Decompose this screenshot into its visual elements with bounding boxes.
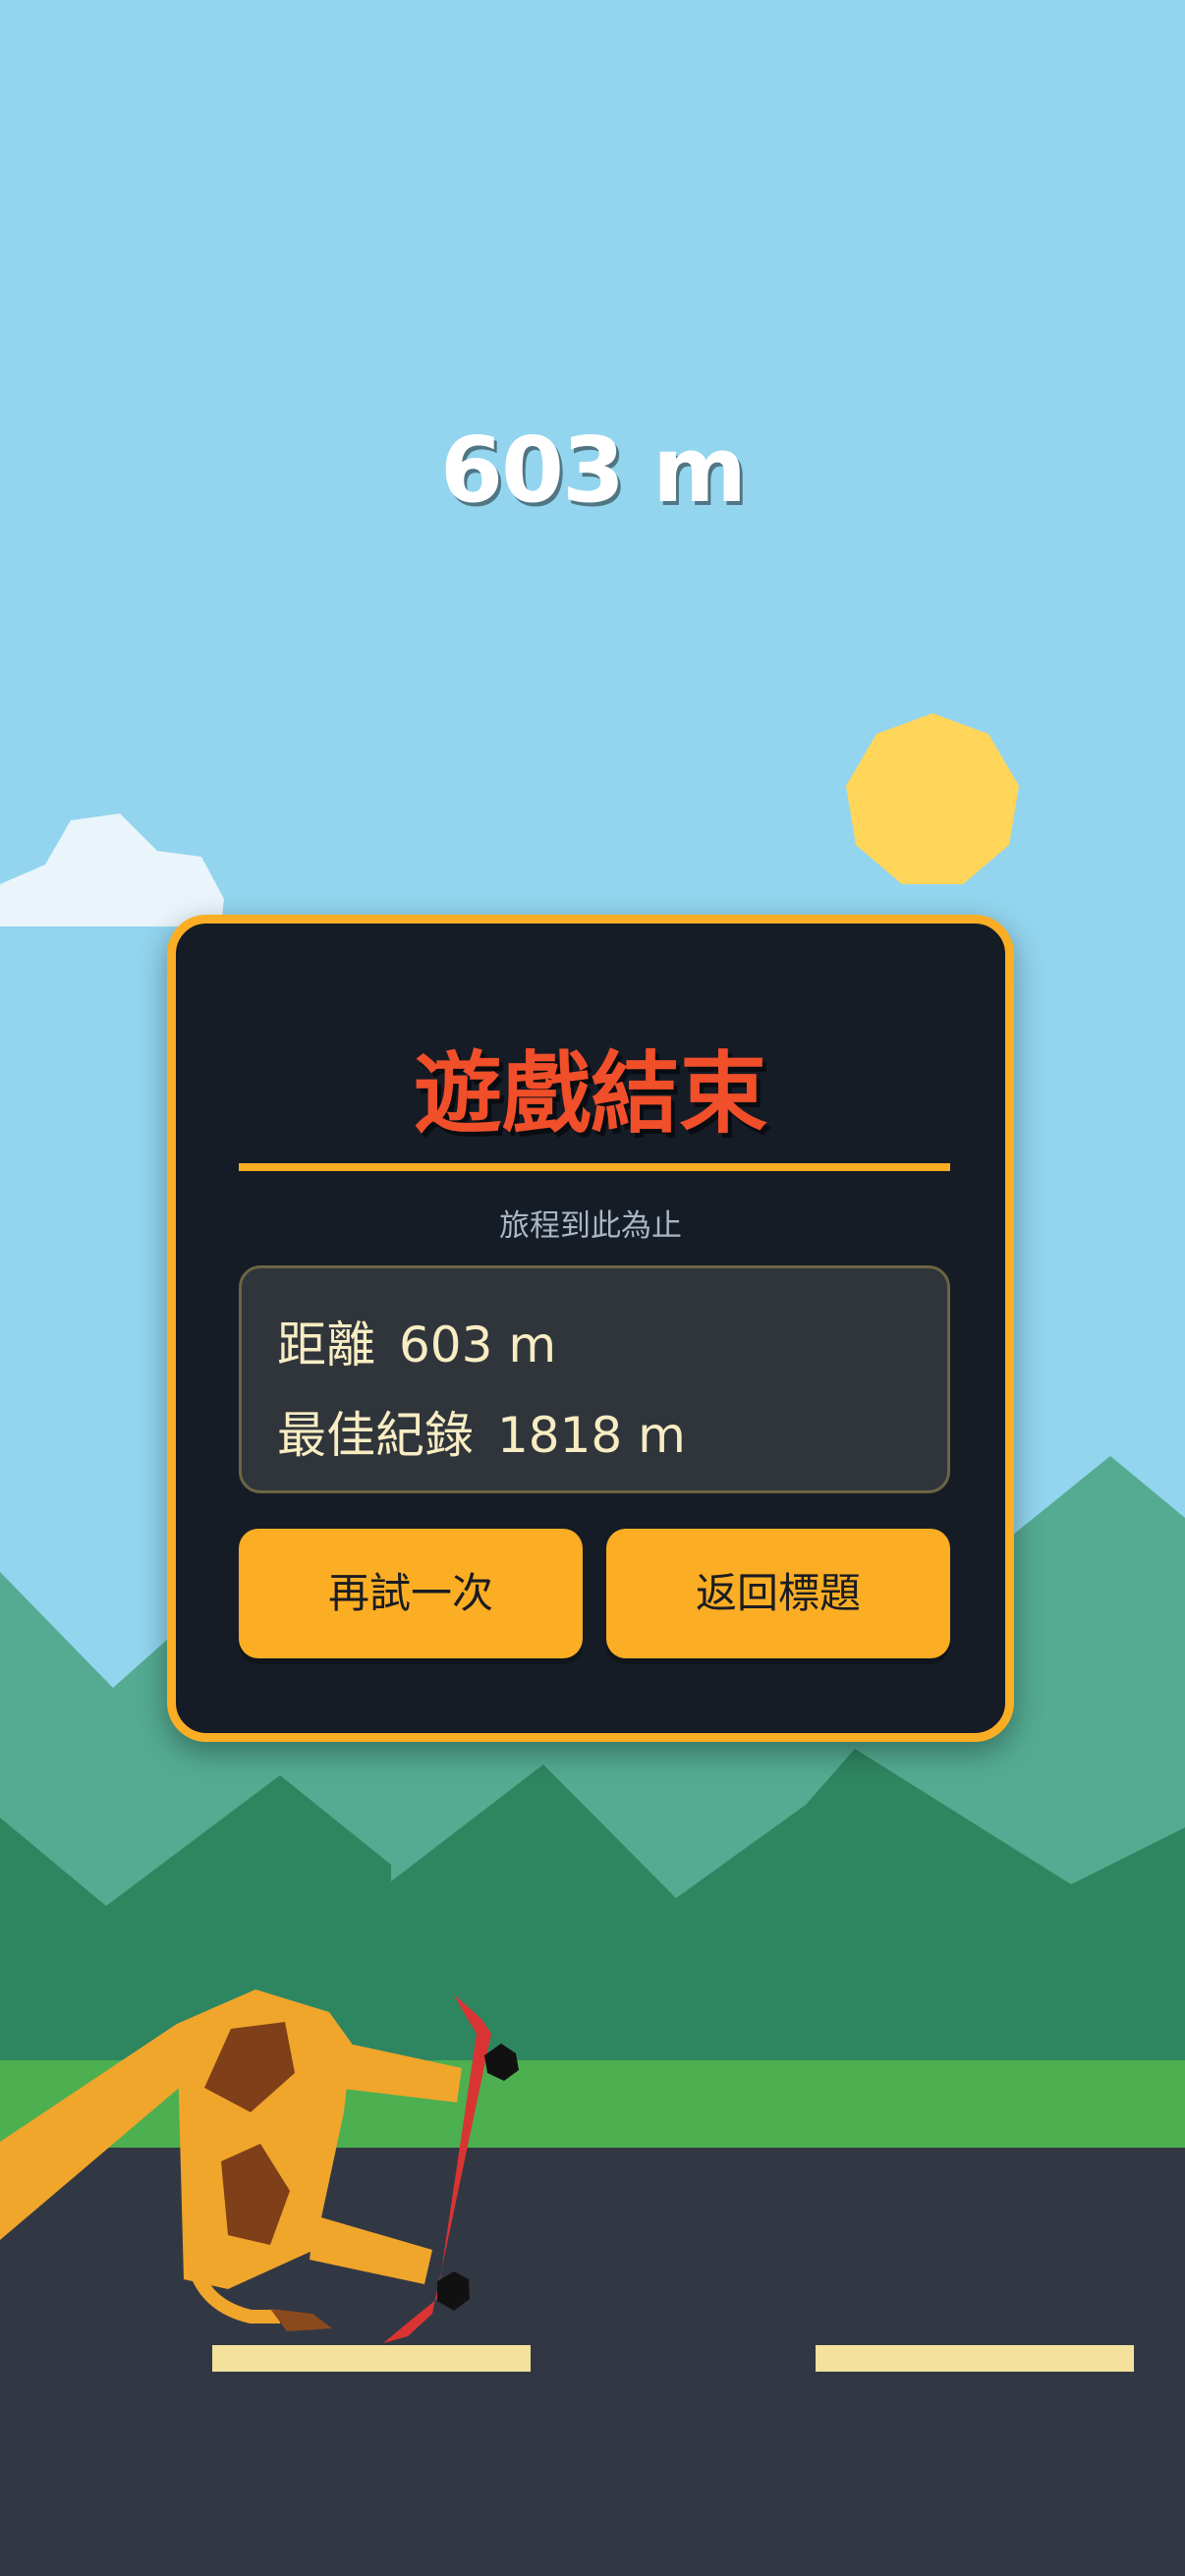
best-record-label: 最佳紀錄 (277, 1407, 474, 1464)
lane-marking (816, 2345, 1134, 2372)
distance-label: 距離 (277, 1316, 375, 1373)
best-record-stat: 最佳紀錄 1818 m (277, 1396, 686, 1467)
hud-distance: 603 m (440, 418, 747, 523)
lane-marking (212, 2345, 531, 2372)
back-to-title-button[interactable]: 返回標題 (606, 1529, 950, 1658)
dialog-divider (239, 1163, 950, 1171)
game-over-dialog: 遊戲結束 旅程到此為止 距離 603 m 最佳紀錄 1818 m 再試一次 返回標題 (167, 915, 1014, 1742)
dialog-subtitle: 旅程到此為止 (499, 1208, 682, 1244)
retry-button[interactable]: 再試一次 (239, 1529, 583, 1658)
best-record-value: 1818 m (497, 1407, 686, 1464)
distance-value: 603 m (399, 1316, 557, 1373)
dialog-title: 遊戲結束 (414, 1042, 767, 1146)
stats-box: 距離 603 m 最佳紀錄 1818 m (239, 1265, 950, 1493)
distance-stat: 距離 603 m (277, 1306, 556, 1376)
